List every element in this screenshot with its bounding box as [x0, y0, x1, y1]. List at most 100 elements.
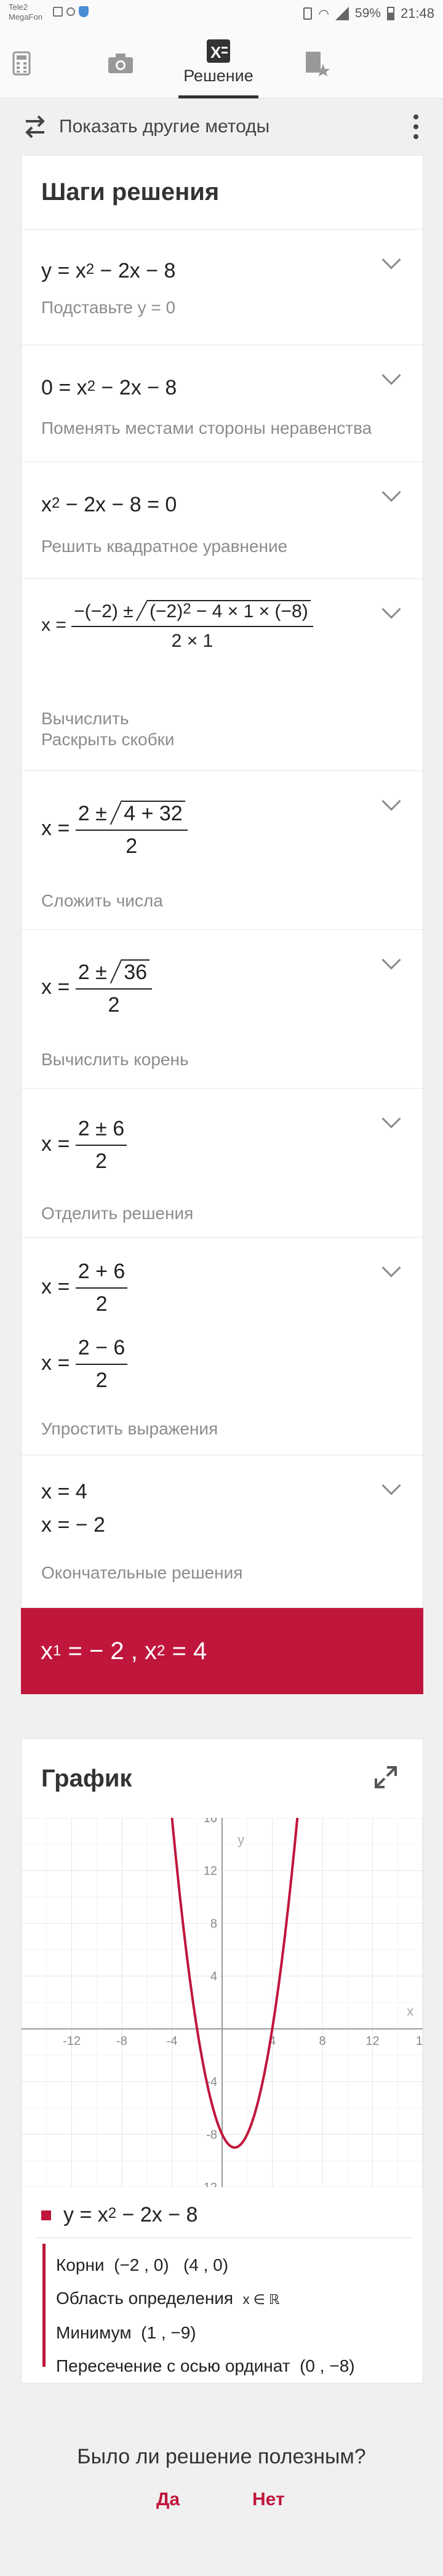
step-7[interactable]: x = 2 ± 62 Отделить решения — [22, 1089, 423, 1238]
bookmark-star-icon — [306, 52, 330, 76]
step-6-fraction: 2 ± 36 2 — [75, 959, 153, 1017]
vibrate-icon — [303, 7, 313, 20]
step-3-caption: Решить квадратное уравнение — [41, 537, 288, 556]
prop-minimum-value: (1 , −9) — [141, 2323, 196, 2342]
step-7-caption: Отделить решения — [41, 1204, 194, 1223]
solution-steps-card: Шаги решения y = x2 − 2x − 8 Подставьте … — [21, 155, 423, 1608]
legend-eq-exponent: 2 — [108, 2205, 117, 2222]
legend-equation: y = x2 − 2x − 8 — [63, 2203, 198, 2227]
y-tick-label: 16 — [204, 1818, 217, 1825]
answer-x2-var: x — [145, 1637, 158, 1665]
step-1-equation: y = x2 − 2x − 8 — [41, 259, 176, 282]
status-icons-right: ◠ 59% 21:48 — [303, 6, 434, 22]
prop-domain: Область определения x ∈ ℝ — [56, 2282, 355, 2316]
y-tick-label: 8 — [210, 1917, 217, 1930]
props-accent-bar — [42, 2244, 46, 2367]
step-4[interactable]: x = −(−2) ± (−2)2 − 4 × 1 × (−8) 2 × 1 Вы… — [22, 579, 423, 771]
prop-roots-label: Корни — [56, 2255, 105, 2274]
step-8-fraction-2: 2 − 62 — [75, 1336, 128, 1393]
legend-eq-part2: − 2x − 8 — [116, 2203, 198, 2226]
notification-icon — [53, 7, 63, 17]
battery-percent: 59% — [354, 6, 381, 20]
parabola-curve — [170, 1818, 299, 2149]
carrier-2: MegaFon — [9, 12, 42, 22]
feedback-no-button[interactable]: Нет — [252, 2489, 285, 2510]
prop-minimum-label: Минимум — [56, 2323, 132, 2342]
step-5[interactable]: x = 2 ± 4 + 32 2 Сложить числа — [22, 771, 423, 930]
step-3-equation: x2 − 2x − 8 = 0 — [41, 493, 177, 516]
chevron-down-icon[interactable] — [381, 950, 401, 970]
step-8-equation-2: x = 2 − 62 — [41, 1336, 128, 1393]
step-1-caption: Подставьте y = 0 — [41, 298, 176, 317]
tab-camera[interactable] — [96, 28, 145, 98]
step-9-equation-2: x = − 2 — [41, 1513, 105, 1537]
y-tick-label: -12 — [199, 2181, 217, 2187]
x-tick-label: 8 — [319, 2034, 325, 2048]
step-3[interactable]: x2 − 2x − 8 = 0 Решить квадратное уравне… — [22, 462, 423, 579]
other-methods-bar[interactable]: Показать другие методы — [0, 98, 443, 155]
search-status-icon — [66, 7, 75, 16]
other-methods-label: Показать другие методы — [59, 116, 270, 137]
tab-solution[interactable]: X Решение — [178, 28, 258, 98]
step-4-caption-2: Раскрыть скобки — [41, 730, 175, 749]
step-2-equation: 0 = x2 − 2x − 8 — [41, 376, 177, 399]
prop-y-intercept-value: (0 , −8) — [300, 2356, 355, 2375]
prop-roots-value: (−2 , 0) (4 , 0) — [114, 2255, 229, 2274]
feedback-question: Было ли решение полезным? — [77, 2445, 366, 2468]
final-answer-banner: x1 = − 2 , x2 = 4 — [21, 1608, 423, 1694]
x-tick-label: -4 — [167, 2034, 178, 2048]
graph-legend: y = x2 − 2x − 8 Корни (−2 , 0) (4 , 0) О… — [22, 2187, 423, 2383]
battery-icon — [386, 7, 394, 20]
chevron-down-icon[interactable] — [381, 366, 401, 385]
chevron-down-icon[interactable] — [381, 482, 401, 502]
more-options-icon[interactable] — [413, 114, 418, 139]
step-5-equation: x = 2 ± 4 + 32 2 — [41, 801, 188, 858]
top-tab-bar: X Решение — [0, 28, 443, 98]
step-9-equation-1: x = 4 — [41, 1480, 87, 1503]
legend-color-swatch — [41, 2210, 51, 2220]
step-8[interactable]: x = 2 + 62 x = 2 − 62 Упростить выражени… — [22, 1238, 423, 1455]
chevron-down-icon[interactable] — [381, 1258, 401, 1278]
step-2[interactable]: 0 = x2 − 2x − 8 Поменять местами стороны… — [22, 345, 423, 462]
answer-x2-sub: 2 — [157, 1642, 166, 1659]
answer-x1-sub: 1 — [53, 1642, 62, 1659]
shield-icon — [79, 6, 89, 17]
prop-y-intercept-label: Пересечение с осью ординат — [56, 2356, 290, 2375]
step-4-equation: x = −(−2) ± (−2)2 − 4 × 1 × (−8) 2 × 1 — [41, 600, 313, 652]
chevron-down-icon[interactable] — [381, 791, 401, 811]
step-6-caption: Вычислить корень — [41, 1050, 189, 1069]
step-6-equation: x = 2 ± 36 2 — [41, 959, 153, 1017]
y-tick-label: 12 — [204, 1865, 217, 1878]
step-2-caption: Поменять местами стороны неравенства — [41, 418, 372, 438]
tab-favorites[interactable] — [295, 28, 338, 98]
step-8-caption: Упростить выражения — [41, 1419, 218, 1438]
status-icons-left — [53, 6, 89, 17]
function-graph[interactable]: -12-8-4481216161284-4-8-12xy — [22, 1818, 423, 2187]
camera-icon — [108, 54, 133, 73]
answer-x1-value: = − 2 , — [61, 1637, 145, 1665]
tab-calculator[interactable] — [0, 28, 43, 98]
step-1[interactable]: y = x2 − 2x − 8 Подставьте y = 0 — [22, 230, 423, 345]
prop-y-intercept: Пересечение с осью ординат (0 , −8) — [56, 2350, 355, 2383]
step-4-caption: Вычислить — [41, 709, 129, 728]
step-6[interactable]: x = 2 ± 36 2 Вычислить корень — [22, 930, 423, 1089]
step-7-fraction: 2 ± 62 — [75, 1117, 127, 1174]
answer-x1-var: x — [41, 1637, 53, 1665]
x-tick-label: -8 — [116, 2034, 127, 2048]
expand-icon[interactable] — [373, 1765, 398, 1790]
step-5-caption: Сложить числа — [41, 891, 163, 910]
x-tick-label: 12 — [365, 2034, 379, 2048]
step-9[interactable]: x = 4 x = − 2 Окончательные решения — [22, 1455, 423, 1609]
chevron-down-icon[interactable] — [381, 1476, 401, 1495]
feedback-yes-button[interactable]: Да — [156, 2489, 180, 2510]
graph-properties: Корни (−2 , 0) (4 , 0) Область определен… — [56, 2249, 355, 2383]
chevron-down-icon[interactable] — [381, 1109, 401, 1129]
prop-domain-label: Область определения — [56, 2289, 234, 2308]
calculator-icon — [12, 51, 31, 76]
y-axis-label: y — [237, 1832, 244, 1847]
chevron-down-icon[interactable] — [381, 250, 401, 270]
carrier-names: Tele2 MegaFon — [9, 2, 42, 22]
step-8-equation-1: x = 2 + 62 — [41, 1260, 128, 1316]
chevron-down-icon[interactable] — [381, 599, 401, 619]
tab-solution-label: Решение — [183, 66, 253, 85]
